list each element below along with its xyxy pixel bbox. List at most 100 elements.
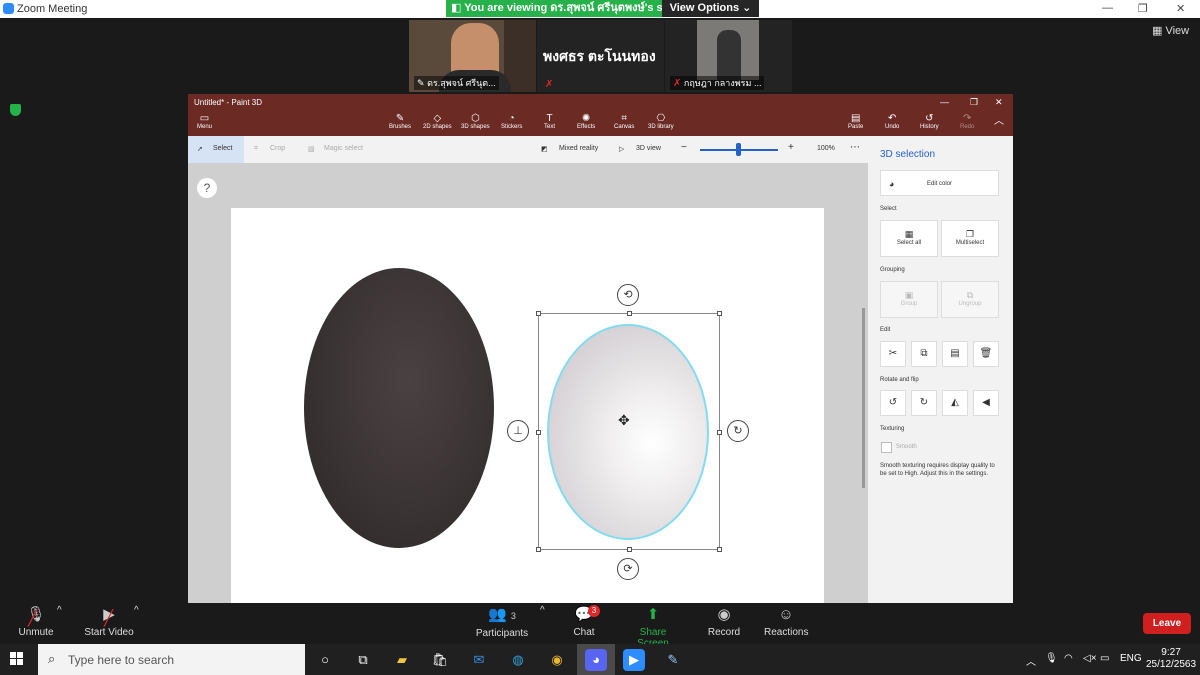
delete-icon[interactable]: 🗑 bbox=[973, 341, 999, 367]
share-screen-button[interactable]: ⬆ Share Screen bbox=[624, 605, 682, 649]
3d-view-toggle[interactable]: 3D view bbox=[636, 145, 661, 152]
taskbar-clock[interactable]: 9:27 25/12/2563 bbox=[1146, 647, 1196, 671]
text-tab[interactable]: T Text bbox=[544, 113, 555, 130]
resize-handle[interactable] bbox=[536, 547, 541, 552]
menu-button[interactable]: ▭ Menu bbox=[197, 113, 212, 130]
leave-button[interactable]: Leave bbox=[1143, 613, 1191, 634]
edge-icon[interactable]: ◍ bbox=[507, 649, 529, 671]
close-icon[interactable]: ✕ bbox=[995, 97, 1003, 108]
volume-muted-icon[interactable]: ◁× bbox=[1083, 653, 1097, 664]
mail-icon[interactable]: ✉ bbox=[468, 649, 490, 671]
participants-button[interactable]: 👥 3 Participants bbox=[474, 605, 530, 639]
drawing-canvas[interactable]: ⟲ ⟳ ⊥ ↻ ✥ bbox=[231, 208, 824, 603]
paint3d-toolbar: ➚ Select ⌗ Crop ▧ Magic select ◩ Mixed r… bbox=[188, 136, 868, 163]
view-options-button[interactable]: View Options ⌄ bbox=[662, 0, 759, 17]
cortana-icon[interactable]: ○ bbox=[314, 649, 336, 671]
resize-handle[interactable] bbox=[627, 547, 632, 552]
chrome-icon[interactable]: ◉ bbox=[546, 649, 568, 671]
unmute-button[interactable]: 🎙 ╱ Unmute bbox=[16, 605, 56, 638]
zoom-out-icon[interactable]: − bbox=[681, 142, 687, 153]
brushes-tab[interactable]: ✎ Brushes bbox=[389, 113, 411, 130]
participant-tile[interactable]: ✎ ดร.สุพจน์ ศรีนุต... bbox=[409, 20, 536, 92]
file-explorer-icon[interactable]: ▰ bbox=[391, 649, 413, 671]
help-icon[interactable]: ? bbox=[197, 178, 217, 198]
windows-start-icon[interactable] bbox=[10, 652, 24, 666]
history-button[interactable]: ↺ History bbox=[920, 113, 939, 130]
undo-button[interactable]: ↶ Undo bbox=[885, 113, 899, 130]
resize-handle[interactable] bbox=[627, 311, 632, 316]
collapse-ribbon-button[interactable]: ︿ bbox=[994, 116, 1004, 127]
rotate-left-icon[interactable]: ↺ bbox=[880, 390, 906, 416]
view-button[interactable]: ▦ View bbox=[1152, 24, 1189, 37]
zoom-app-icon[interactable]: ▶ bbox=[623, 649, 645, 671]
participants-options-caret[interactable]: ^ bbox=[540, 605, 545, 616]
effects-tab[interactable]: ✺ Effects bbox=[577, 113, 595, 130]
discord-icon[interactable]: ◕ bbox=[585, 649, 607, 671]
input-language[interactable]: ENG bbox=[1120, 653, 1142, 664]
multiselect-button[interactable]: ❐ Multiselect bbox=[941, 220, 999, 257]
minimize-icon[interactable]: — bbox=[940, 97, 949, 107]
rotate-x-icon[interactable]: ⟲ bbox=[617, 284, 639, 306]
store-icon[interactable]: 🛍 bbox=[429, 649, 451, 671]
edit-color-button[interactable]: ◕ Edit color bbox=[880, 170, 999, 196]
paste-button[interactable]: ▤ Paste bbox=[848, 113, 863, 130]
minimize-icon[interactable]: — bbox=[1102, 2, 1113, 14]
resize-handle[interactable] bbox=[717, 311, 722, 316]
mixed-reality-button[interactable]: Mixed reality bbox=[559, 145, 598, 152]
rotate-right-icon[interactable]: ↻ bbox=[911, 390, 937, 416]
encryption-shield-icon[interactable] bbox=[10, 104, 21, 116]
restore-icon[interactable]: ❐ bbox=[970, 97, 978, 108]
rotate-y-icon[interactable]: ↻ bbox=[727, 420, 749, 442]
record-button[interactable]: ◉ Record bbox=[706, 605, 742, 638]
resize-handle[interactable] bbox=[536, 430, 541, 435]
battery-icon[interactable]: ▭ bbox=[1100, 653, 1109, 664]
smooth-texturing-note: Smooth texturing requires display qualit… bbox=[880, 463, 995, 477]
push-back-icon[interactable]: ⊥ bbox=[507, 420, 529, 442]
taskbar-search-box[interactable]: ⌕ Type here to search bbox=[38, 644, 305, 675]
paste-icon[interactable]: ▤ bbox=[942, 341, 968, 367]
rotate-z-icon[interactable]: ⟳ bbox=[617, 558, 639, 580]
resize-handle[interactable] bbox=[717, 430, 722, 435]
resize-handle[interactable] bbox=[536, 311, 541, 316]
participant-tile[interactable]: ✗ กฤษฎา กลางพรม ... bbox=[665, 20, 792, 92]
restore-icon[interactable]: ❐ bbox=[1138, 2, 1148, 15]
magic-select-button[interactable]: Magic select bbox=[324, 145, 363, 152]
smooth-checkbox[interactable] bbox=[881, 442, 892, 453]
crop-button[interactable]: Crop bbox=[270, 145, 285, 152]
video-options-caret[interactable]: ^ bbox=[134, 605, 139, 616]
canvas-tab[interactable]: ⌗ Canvas bbox=[614, 113, 634, 130]
reactions-button[interactable]: ☺ Reactions bbox=[764, 605, 808, 638]
flip-horizontal-icon[interactable]: ◭ bbox=[942, 390, 968, 416]
more-options-icon[interactable]: ⋯ bbox=[850, 142, 860, 153]
2d-shapes-tab[interactable]: ◇ 2D shapes bbox=[423, 113, 452, 130]
wifi-icon[interactable]: ◠ bbox=[1064, 653, 1073, 664]
3d-library-tab[interactable]: ⎔ 3D library bbox=[648, 113, 674, 130]
paint3d-app-icon[interactable]: ✎ bbox=[662, 649, 684, 671]
emoji-plus-icon: ☺ bbox=[778, 606, 794, 623]
zoom-slider-thumb[interactable] bbox=[736, 143, 741, 156]
participant-tile[interactable]: พงศธร ตะโนนทอง ✗ bbox=[537, 20, 664, 92]
selection-box[interactable] bbox=[536, 311, 722, 552]
audio-options-caret[interactable]: ^ bbox=[57, 605, 62, 616]
vertical-scrollbar[interactable] bbox=[862, 308, 865, 488]
sticker-icon: ◔ bbox=[508, 113, 515, 124]
group-button[interactable]: ▣ Group bbox=[880, 281, 938, 318]
tray-chevron-icon[interactable]: ︿ bbox=[1026, 653, 1036, 668]
start-video-button[interactable]: ▶ ╱ Start Video bbox=[82, 605, 136, 638]
task-view-icon[interactable]: ⧉ bbox=[352, 649, 374, 671]
close-icon[interactable]: ✕ bbox=[1176, 2, 1185, 15]
redo-button[interactable]: ↷ Redo bbox=[960, 113, 974, 130]
microphone-icon[interactable]: 🎙 bbox=[1045, 653, 1058, 664]
ungroup-button[interactable]: ⧉ Ungroup bbox=[941, 281, 999, 318]
paint3d-workspace[interactable]: ? ⟲ ⟳ ⊥ ↻ ✥ bbox=[188, 163, 868, 603]
copy-icon[interactable]: ⧉ bbox=[911, 341, 937, 367]
select-all-button[interactable]: ▦ Select all bbox=[880, 220, 938, 257]
dark-egg-3d-object[interactable] bbox=[304, 268, 494, 548]
resize-handle[interactable] bbox=[717, 547, 722, 552]
cut-icon[interactable]: ✂ bbox=[880, 341, 906, 367]
flip-vertical-icon[interactable]: ◀ bbox=[973, 390, 999, 416]
stickers-tab[interactable]: ◔ Stickers bbox=[501, 113, 522, 130]
zoom-in-icon[interactable]: + bbox=[788, 142, 794, 153]
3d-shapes-tab[interactable]: ⬡ 3D shapes bbox=[461, 113, 490, 130]
zoom-value: 100% bbox=[817, 145, 835, 152]
